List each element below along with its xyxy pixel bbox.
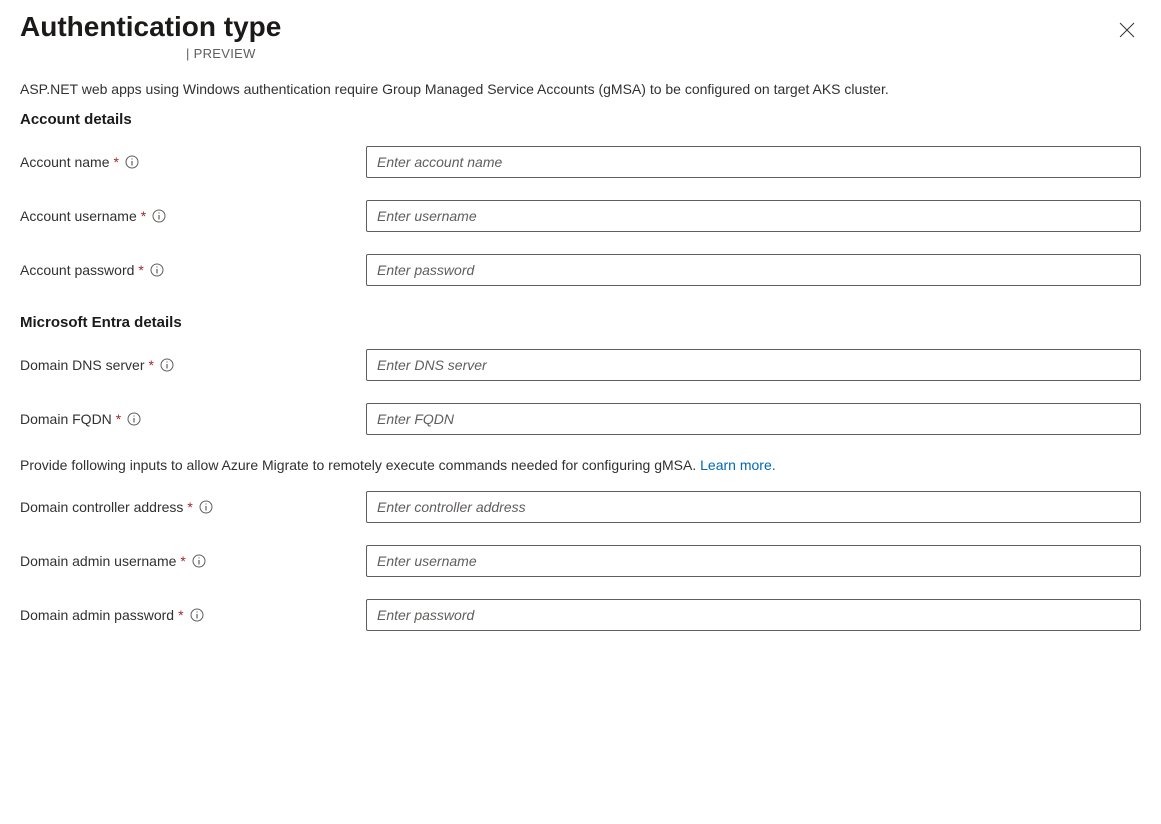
account-name-input-cell [366, 146, 1141, 178]
domain-fqdn-row: Domain FQDN * [20, 403, 1141, 435]
account-username-label-text: Account username [20, 208, 137, 224]
account-password-input-cell [366, 254, 1141, 286]
domain-dns-label: Domain DNS server * [20, 357, 366, 373]
domain-fqdn-label: Domain FQDN * [20, 411, 366, 427]
title-block: Authentication type | PREVIEW [20, 10, 281, 61]
account-username-row: Account username * [20, 200, 1141, 232]
gmsa-helper-text-content: Provide following inputs to allow Azure … [20, 457, 700, 473]
domain-controller-input-cell [366, 491, 1141, 523]
required-marker: * [114, 154, 119, 170]
account-password-label: Account password * [20, 262, 366, 278]
account-password-row: Account password * [20, 254, 1141, 286]
domain-controller-row: Domain controller address * [20, 491, 1141, 523]
domain-admin-pass-row: Domain admin password * [20, 599, 1141, 631]
info-icon[interactable] [192, 554, 206, 568]
gmsa-helper-text: Provide following inputs to allow Azure … [20, 457, 1141, 473]
domain-dns-input[interactable] [366, 349, 1141, 381]
domain-fqdn-label-text: Domain FQDN [20, 411, 112, 427]
domain-fqdn-input[interactable] [366, 403, 1141, 435]
info-icon[interactable] [160, 358, 174, 372]
entra-details-heading: Microsoft Entra details [20, 314, 1141, 331]
domain-admin-user-label-text: Domain admin username [20, 553, 176, 569]
preview-indicator: | PREVIEW [20, 46, 281, 61]
required-marker: * [148, 357, 153, 373]
required-marker: * [116, 411, 121, 427]
domain-dns-input-cell [366, 349, 1141, 381]
domain-controller-label: Domain controller address * [20, 499, 366, 515]
account-username-label: Account username * [20, 208, 366, 224]
authentication-type-blade: Authentication type | PREVIEW ASP.NET we… [0, 0, 1161, 679]
required-marker: * [180, 553, 185, 569]
account-password-label-text: Account password [20, 262, 134, 278]
close-icon [1119, 22, 1135, 41]
account-name-row: Account name * [20, 146, 1141, 178]
account-password-input[interactable] [366, 254, 1141, 286]
preview-separator: | [186, 46, 194, 61]
header: Authentication type | PREVIEW [20, 10, 1141, 61]
domain-admin-user-input-cell [366, 545, 1141, 577]
entra-details-section: Microsoft Entra details Domain DNS serve… [20, 314, 1141, 631]
required-marker: * [187, 499, 192, 515]
page-title: Authentication type [20, 10, 281, 44]
account-details-section: Account details Account name * Account u… [20, 111, 1141, 286]
account-name-label-text: Account name [20, 154, 110, 170]
domain-fqdn-input-cell [366, 403, 1141, 435]
domain-admin-pass-input[interactable] [366, 599, 1141, 631]
info-icon[interactable] [190, 608, 204, 622]
info-icon[interactable] [152, 209, 166, 223]
domain-controller-label-text: Domain controller address [20, 499, 183, 515]
close-button[interactable] [1113, 16, 1141, 47]
info-icon[interactable] [125, 155, 139, 169]
domain-dns-row: Domain DNS server * [20, 349, 1141, 381]
account-name-label: Account name * [20, 154, 366, 170]
domain-controller-input[interactable] [366, 491, 1141, 523]
account-username-input[interactable] [366, 200, 1141, 232]
domain-admin-pass-label-text: Domain admin password [20, 607, 174, 623]
domain-admin-user-input[interactable] [366, 545, 1141, 577]
required-marker: * [141, 208, 146, 224]
info-icon[interactable] [199, 500, 213, 514]
blade-description: ASP.NET web apps using Windows authentic… [20, 81, 1141, 97]
info-icon[interactable] [150, 263, 164, 277]
account-details-heading: Account details [20, 111, 1141, 128]
domain-dns-label-text: Domain DNS server [20, 357, 144, 373]
domain-admin-pass-label: Domain admin password * [20, 607, 366, 623]
domain-admin-user-row: Domain admin username * [20, 545, 1141, 577]
info-icon[interactable] [127, 412, 141, 426]
required-marker: * [138, 262, 143, 278]
learn-more-link[interactable]: Learn more. [700, 457, 775, 473]
domain-admin-user-label: Domain admin username * [20, 553, 366, 569]
account-name-input[interactable] [366, 146, 1141, 178]
account-username-input-cell [366, 200, 1141, 232]
domain-admin-pass-input-cell [366, 599, 1141, 631]
preview-badge: PREVIEW [194, 46, 256, 61]
required-marker: * [178, 607, 183, 623]
